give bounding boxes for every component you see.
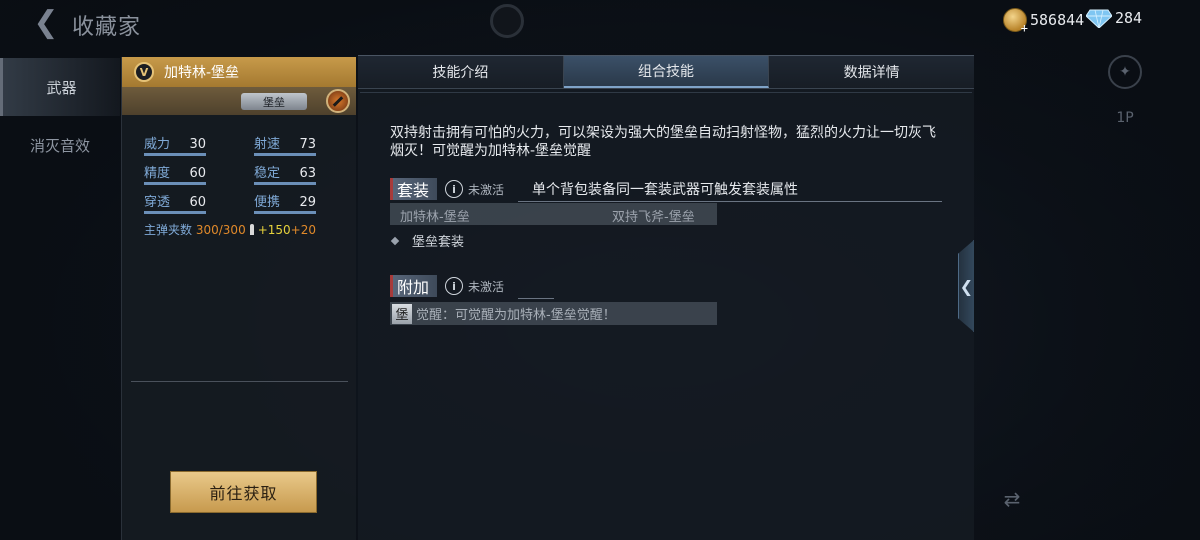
side-nav-item-weapons[interactable]: 武器 <box>0 58 120 116</box>
extra-section-header: 附加 i 未激活 <box>390 275 504 297</box>
extra-status: 未激活 <box>468 279 505 294</box>
gold-currency[interactable]: 586844 <box>1003 8 1085 35</box>
set-items-row: 加特林-堡垒 双持飞斧-堡垒 <box>390 203 717 225</box>
set-bonus-row: 堡垒套装 <box>390 231 465 250</box>
tab-combo-skill[interactable]: 组合技能 <box>563 56 770 88</box>
ammo-bonus-2: +20 <box>290 223 316 237</box>
awaken-text: 觉醒：可觉醒为加特林-堡垒觉醒！ <box>416 308 616 323</box>
tab-underline <box>360 92 972 93</box>
diamond-currency[interactable]: 284 <box>1086 8 1142 28</box>
weapon-subheader: 堡垒 <box>122 87 356 115</box>
page-title: 收藏家 <box>72 15 142 40</box>
info-panel: 技能介绍 组合技能 数据详情 双持射击拥有可怕的火力，可以架设为强大的堡垒自动扫… <box>358 55 975 540</box>
set-status: 未激活 <box>468 182 505 197</box>
set-item-1: 加特林-堡垒 <box>400 210 470 225</box>
stat-accuracy: 精度 60 <box>144 162 206 185</box>
stat-penetration: 穿透 60 <box>144 191 206 214</box>
player-indicator: 1P <box>1116 110 1134 126</box>
acquire-button[interactable]: 前往获取 <box>170 471 317 513</box>
tab-data-details[interactable]: 数据详情 <box>769 56 975 88</box>
gold-amount: 586844 <box>1030 11 1085 29</box>
set-bonus-label: 堡垒套装 <box>412 235 465 250</box>
side-nav-item-kill-sounds[interactable]: 消灭音效 <box>0 116 120 174</box>
set-note: 单个背包装备同一套装武器可触发套装属性 <box>532 182 799 198</box>
weapon-panel: V 加特林-堡垒 堡垒 威力 30 射速 73 精度 60 稳定 63 穿透 60 便携 2… <box>121 57 356 540</box>
tab-bar: 技能介绍 组合技能 数据详情 <box>358 56 975 89</box>
ammo-max: 300 <box>222 223 246 237</box>
camera-ring-icon <box>490 4 524 38</box>
set-section-header: 套装 i 未激活 单个背包装备同一套装武器可触发套装属性 <box>390 178 798 200</box>
settings-wheel-icon[interactable]: ✦ <box>1108 55 1142 89</box>
weapon-name: 加特林-堡垒 <box>164 65 240 81</box>
extra-section-line <box>518 298 554 299</box>
ammo-info: 主弹夹数 300/300 +150+20 <box>144 221 316 238</box>
diamond-bullet-icon <box>390 236 400 245</box>
ammo-bonus-1: +150 <box>257 223 291 237</box>
weapon-header: V 加特林-堡垒 <box>122 57 356 87</box>
back-arrow-icon[interactable]: ❮ <box>28 8 64 38</box>
diamond-icon <box>1086 9 1112 28</box>
ammo-label: 主弹夹数 <box>144 223 193 237</box>
diamond-amount: 284 <box>1115 9 1143 27</box>
stat-fire-rate: 射速 73 <box>254 133 316 156</box>
set-item-2: 双持飞斧-堡垒 <box>612 210 695 225</box>
collapse-arrow-icon[interactable]: ❮ <box>958 240 974 332</box>
extra-info-icon[interactable]: i <box>445 277 464 295</box>
tab-skill-intro[interactable]: 技能介绍 <box>358 56 564 88</box>
set-section-title: 套装 <box>390 178 438 200</box>
panel-divider <box>131 381 348 382</box>
fortress-icon: 堡 <box>392 303 412 324</box>
set-tag: 堡垒 <box>241 93 307 110</box>
gold-coin-icon <box>1003 8 1028 35</box>
combo-description: 双持射击拥有可怕的火力，可以架设为强大的堡垒自动扫射怪物，猛烈的火力让一切灰飞烟… <box>390 125 936 159</box>
top-bar: ❮ 收藏家 586844 284 <box>0 0 1200 46</box>
set-info-icon[interactable]: i <box>445 180 464 198</box>
fire-element-icon <box>326 89 350 113</box>
bullet-icon <box>249 224 254 235</box>
ammo-current: 300 <box>195 223 219 237</box>
side-nav: 武器 消灭音效 <box>0 58 120 174</box>
set-section-line <box>518 201 942 202</box>
stat-stability: 稳定 63 <box>254 162 316 185</box>
awaken-row: 堡 觉醒：可觉醒为加特林-堡垒觉醒！ <box>390 302 717 325</box>
extra-section-title: 附加 <box>390 275 438 297</box>
stat-power: 威力 30 <box>144 133 206 156</box>
swap-icon[interactable]: ⇄ <box>995 482 1029 516</box>
stat-portability: 便携 29 <box>254 191 316 214</box>
rank-v-icon: V <box>134 62 154 82</box>
